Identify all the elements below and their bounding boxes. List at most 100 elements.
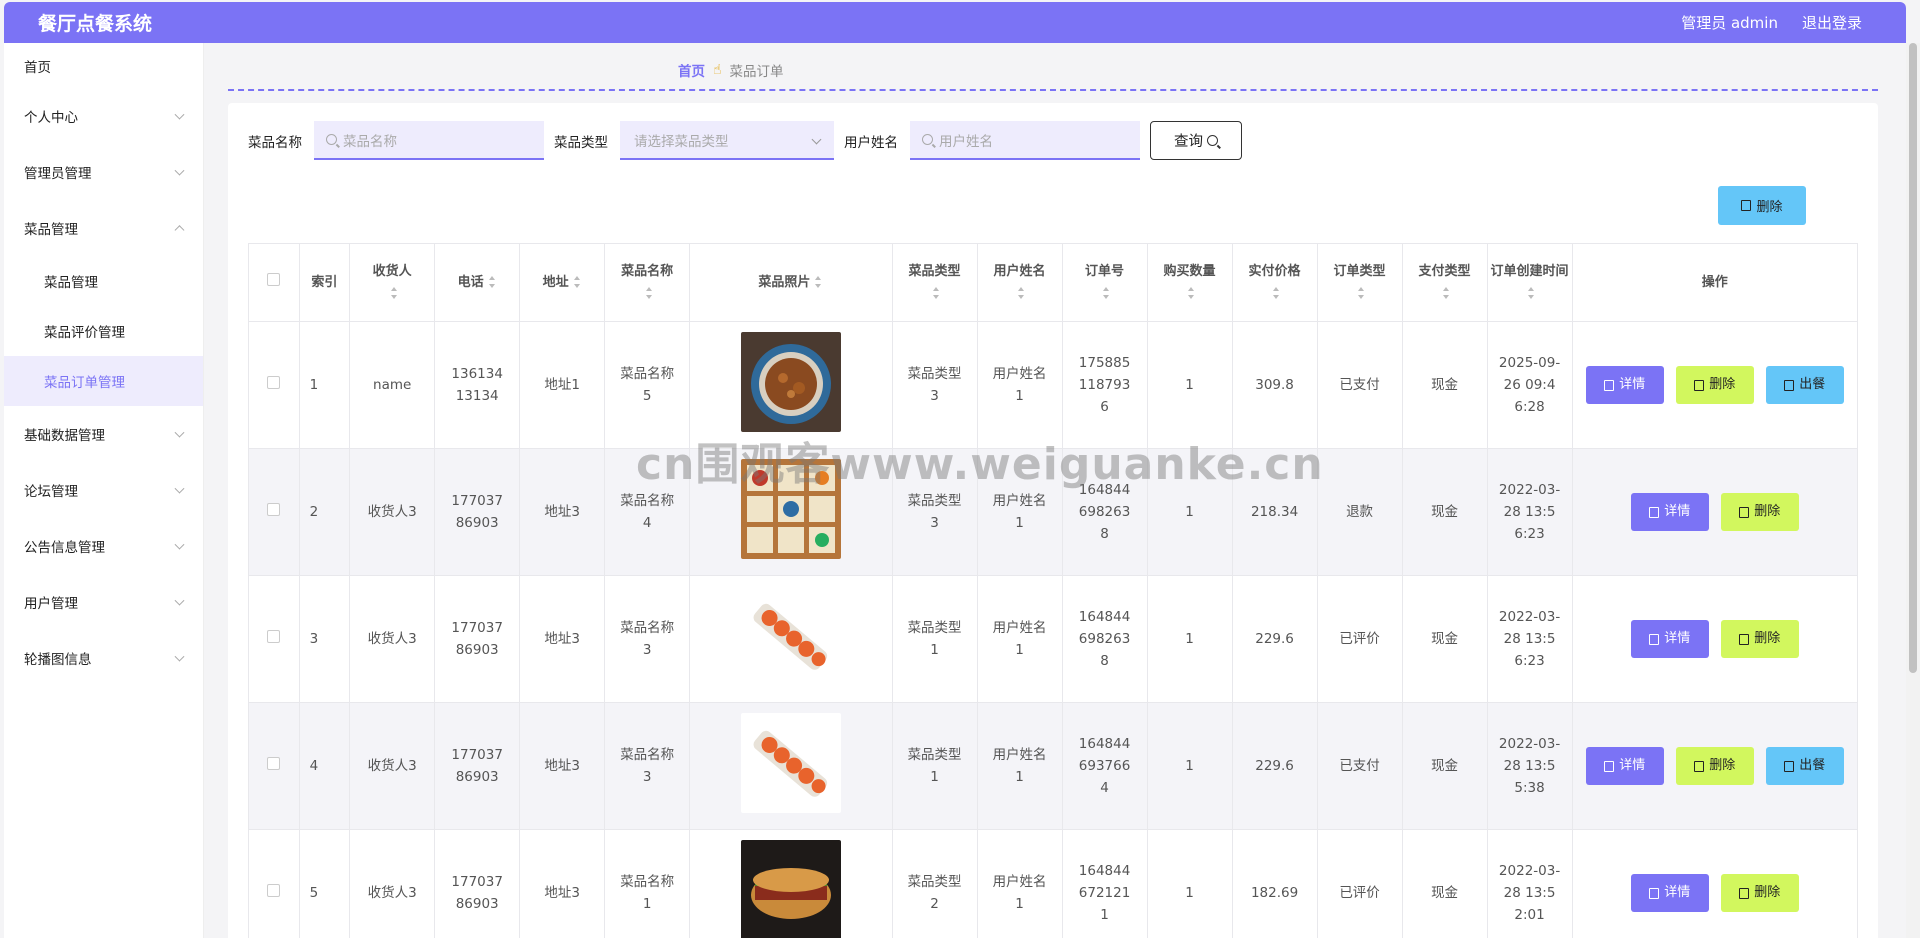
price-cell: 229.6: [1231, 702, 1318, 830]
header-dish-name[interactable]: 菜品名称: [604, 243, 691, 322]
sidebar-item-dishes[interactable]: 菜品管理: [4, 200, 203, 256]
sort-icon[interactable]: [1187, 287, 1196, 299]
dish-type-placeholder: 请选择菜品类型: [634, 133, 729, 150]
address-cell: 地址3: [519, 829, 606, 938]
sort-icon[interactable]: [645, 287, 654, 299]
sidebar-subitem-dish-manage[interactable]: 菜品管理: [4, 256, 203, 306]
cell-text: 菜品类型1: [907, 620, 962, 658]
sort-icon[interactable]: [1272, 287, 1281, 299]
order-type-cell: 已评价: [1316, 829, 1403, 938]
row-checkbox[interactable]: [267, 884, 281, 897]
row-checkbox[interactable]: [267, 376, 281, 389]
sidebar-item-home[interactable]: 首页: [4, 43, 203, 88]
sort-icon[interactable]: [814, 276, 823, 288]
detail-button[interactable]: 详情: [1630, 493, 1709, 531]
table-row: 5 收货人3 17703786903 地址3 菜品名称1 菜品类型2 用户姓名1 164844…: [248, 829, 1859, 938]
row-actions: 详情 删除: [1573, 620, 1857, 658]
cell-text: 1758851187936: [1078, 355, 1131, 415]
dish-name-input[interactable]: 菜品名称: [314, 121, 544, 160]
header-qty[interactable]: 购买数量: [1146, 243, 1233, 322]
delete-button[interactable]: 删除: [1675, 747, 1754, 785]
receiver-cell: 收货人3: [349, 702, 436, 830]
sidebar-subitem-dish-review[interactable]: 菜品评价管理: [4, 306, 203, 356]
qty-cell: 1: [1146, 575, 1233, 703]
delete-button[interactable]: 删除: [1720, 620, 1799, 658]
sidebar-item-forum[interactable]: 论坛管理: [4, 462, 203, 518]
sidebar-item-users[interactable]: 用户管理: [4, 574, 203, 630]
sort-icon[interactable]: [1357, 287, 1366, 299]
orders-table: 索引 收货人 电话 地址 菜品名称 菜品照片 菜品类型 用户姓名 订单号 购买数…: [248, 243, 1859, 938]
scrollbar-thumb[interactable]: [1909, 43, 1917, 673]
header-order-type[interactable]: 订单类型: [1316, 243, 1403, 322]
header-created[interactable]: 订单创建时间: [1486, 243, 1573, 322]
sidebar-item-carousel[interactable]: 轮播图信息: [4, 630, 203, 686]
query-button[interactable]: 查询: [1150, 121, 1242, 160]
search-icon: [326, 134, 337, 145]
select-all-checkbox[interactable]: [267, 272, 281, 286]
header-user-name[interactable]: 用户姓名: [976, 243, 1063, 322]
delete-button[interactable]: 删除: [1720, 874, 1799, 912]
sidebar-item-admin[interactable]: 管理员管理: [4, 144, 203, 200]
detail-button[interactable]: 详情: [1585, 747, 1664, 785]
breadcrumb-home[interactable]: 首页: [678, 60, 705, 80]
sort-icon[interactable]: [573, 276, 582, 288]
sidebar-item-basic-data[interactable]: 基础数据管理: [4, 406, 203, 462]
header-phone[interactable]: 电话: [434, 243, 521, 322]
batch-delete-button[interactable]: 删除: [1718, 186, 1806, 225]
header-receiver[interactable]: 收货人: [349, 243, 436, 322]
header-label: 订单号: [1085, 263, 1125, 279]
delete-button[interactable]: 删除: [1675, 366, 1754, 404]
admin-user-label[interactable]: 管理员 admin: [1681, 12, 1778, 33]
trash-icon: [1741, 200, 1752, 211]
detail-button[interactable]: 详情: [1585, 366, 1664, 404]
sort-icon[interactable]: [932, 287, 941, 299]
cell-text: 用户姓名1: [992, 493, 1047, 531]
sidebar-item-profile[interactable]: 个人中心: [4, 88, 203, 144]
row-checkbox[interactable]: [267, 630, 281, 643]
dish-photo: [740, 839, 841, 938]
row-select-cell: [248, 702, 300, 830]
cell-text: 地址1: [544, 377, 580, 393]
cell-text: 17703786903: [451, 620, 503, 658]
dish-type-select[interactable]: 请选择菜品类型: [620, 121, 834, 160]
table-row: 3 收货人3 17703786903 地址3 菜品名称3 菜品类型1 用户姓名1 164844…: [248, 575, 1859, 703]
query-label: 查询: [1174, 134, 1203, 150]
row-actions: 详情 删除: [1573, 874, 1857, 912]
sidebar-subitem-dish-orders[interactable]: 菜品订单管理: [4, 356, 203, 406]
header-dish-photo[interactable]: 菜品照片: [689, 243, 893, 322]
chevron-down-icon: [174, 651, 185, 662]
sort-icon[interactable]: [1017, 287, 1026, 299]
detail-button[interactable]: 详情: [1630, 620, 1709, 658]
detail-button[interactable]: 详情: [1630, 874, 1709, 912]
cell-text: 现金: [1431, 758, 1459, 774]
delete-button[interactable]: 删除: [1720, 493, 1799, 531]
sort-icon[interactable]: [1102, 287, 1111, 299]
header-order-no[interactable]: 订单号: [1061, 243, 1148, 322]
dispatch-button[interactable]: 出餐: [1765, 366, 1844, 404]
logout-link[interactable]: 退出登录: [1802, 12, 1862, 33]
breadcrumb-current: 菜品订单: [729, 64, 784, 80]
sort-icon[interactable]: [488, 276, 497, 288]
sidebar-subitem-label: 菜品评价管理: [44, 325, 125, 341]
sort-icon[interactable]: [1527, 287, 1536, 299]
dish-photo-cell: [689, 575, 893, 703]
header-pay-type[interactable]: 支付类型: [1401, 243, 1488, 322]
actions-cell: 详情 删除 出餐: [1571, 702, 1859, 830]
order-type-cell: 退款: [1316, 448, 1403, 576]
address-cell: 地址3: [519, 448, 606, 576]
index-cell: 4: [298, 702, 351, 830]
user-name-input[interactable]: 用户姓名: [910, 121, 1140, 160]
row-checkbox[interactable]: [267, 503, 281, 516]
header-dish-type[interactable]: 菜品类型: [891, 243, 978, 322]
header-label: 地址: [542, 274, 569, 290]
sidebar-item-label: 公告信息管理: [24, 540, 105, 556]
row-checkbox[interactable]: [267, 757, 281, 770]
header-address[interactable]: 地址: [519, 243, 606, 322]
sort-icon[interactable]: [1442, 287, 1451, 299]
header-price[interactable]: 实付价格: [1231, 243, 1318, 322]
dispatch-button[interactable]: 出餐: [1765, 747, 1844, 785]
sort-icon[interactable]: [390, 287, 399, 299]
order-no-cell: 1648446937664: [1061, 702, 1148, 830]
created-cell: 2022-03-28 13:52:01: [1486, 829, 1573, 938]
sidebar-item-notice[interactable]: 公告信息管理: [4, 518, 203, 574]
